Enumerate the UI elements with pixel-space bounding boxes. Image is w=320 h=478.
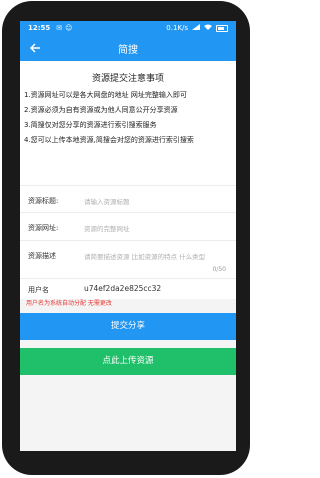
url-input[interactable]: 资源的完整网址 — [84, 223, 130, 233]
notice-line: 1.资源网址可以是各大网盘的地址 网址完整输入即可 — [24, 91, 187, 99]
username-row: 用户名 u74ef2da2e825cc32 — [20, 278, 236, 299]
notice-lines: 1.资源网址可以是各大网盘的地址 网址完整输入即可 2.资源必须为自有资源或为他… — [20, 88, 236, 148]
description-input[interactable]: 请简要描述资源 比如资源的特点 什么类型 — [84, 251, 205, 261]
username-label: 用户名 — [28, 286, 49, 294]
app-bar: 简搜 — [20, 35, 236, 61]
notice-panel: 资源提交注意事项 1.资源网址可以是各大网盘的地址 网址完整输入即可 2.资源必… — [20, 61, 236, 185]
smile-icon: ☺ — [65, 24, 73, 32]
description-field-row[interactable]: 资源描述 请简要描述资源 比如资源的特点 什么类型 0/50 — [20, 240, 236, 279]
notice-line: 2.资源必须为自有资源或为他人同意公开分享资源 — [24, 106, 178, 114]
signal-icon — [192, 24, 200, 32]
battery-icon — [216, 24, 228, 32]
page-title: 简搜 — [118, 45, 138, 56]
notice-title: 资源提交注意事项 — [91, 74, 164, 84]
url-label: 资源网址: — [28, 224, 59, 232]
status-bar: 12:55 ✉ ☺ 0.1K/s — [20, 21, 236, 35]
app-screen: 12:55 ✉ ☺ 0.1K/s 简搜 资源提交注意事项 1.资源网址可以是各大… — [20, 21, 236, 451]
username-hint: 用户名为系统自动分配 无需更改 — [26, 300, 112, 307]
description-label: 资源描述 — [28, 252, 56, 260]
status-notification-icons: ✉ ☺ — [56, 24, 72, 32]
status-right: 0.1K/s — [166, 24, 228, 32]
upload-resource-button[interactable]: 点此上传资源 — [20, 348, 236, 375]
notice-line: 4.您可以上传本地资源,简搜会对您的资源进行索引搜索 — [24, 136, 194, 144]
title-field-row[interactable]: 资源标题: 请输入资源标题 — [20, 185, 236, 213]
notice-line: 3.简搜仅对您分享的资源进行索引搜索服务 — [24, 121, 157, 129]
submit-share-button[interactable]: 提交分享 — [20, 313, 236, 340]
message-icon: ✉ — [56, 24, 63, 32]
title-label: 资源标题: — [28, 197, 59, 205]
url-field-row[interactable]: 资源网址: 资源的完整网址 — [20, 212, 236, 241]
description-counter: 0/50 — [212, 266, 226, 273]
status-time: 12:55 — [28, 24, 51, 32]
wifi-icon — [204, 24, 212, 32]
title-input[interactable]: 请输入资源标题 — [84, 196, 130, 206]
username-value: u74ef2da2e825cc32 — [84, 284, 162, 293]
network-speed: 0.1K/s — [166, 24, 188, 32]
phone-frame: 12:55 ✉ ☺ 0.1K/s 简搜 资源提交注意事项 1.资源网址可以是各大… — [2, 1, 250, 475]
